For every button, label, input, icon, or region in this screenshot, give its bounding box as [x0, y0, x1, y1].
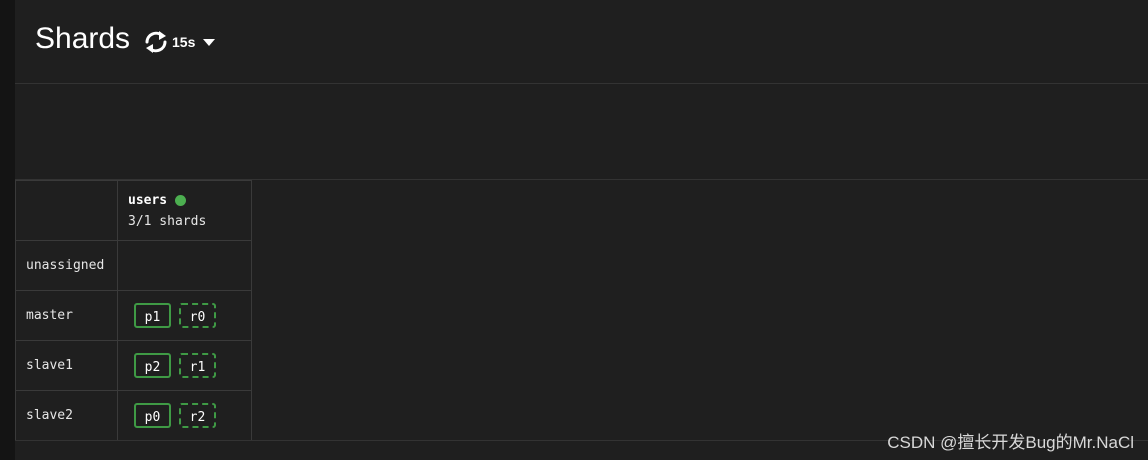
table-row: unassigned	[15, 240, 252, 291]
refresh-interval-dropdown[interactable]: 15s	[142, 30, 216, 54]
index-name: users	[128, 192, 168, 208]
refresh-interval-label: 15s	[172, 34, 196, 50]
index-shards-summary: 3/1 shards	[128, 213, 207, 229]
page-title: Shards	[35, 22, 131, 55]
table-row: slave1 p2 r1	[15, 340, 252, 391]
watermark-text: CSDN @擅长开发Bug的Mr.NaCl	[887, 433, 1134, 452]
caret-down-icon	[203, 38, 216, 46]
index-header-title: users	[128, 193, 251, 208]
page-header: Shards 15s	[15, 0, 1148, 84]
shard-cell: p0 r2	[117, 390, 252, 441]
node-name[interactable]: master	[15, 290, 118, 341]
shard-cell: p2 r1	[117, 340, 252, 391]
shard-cell: p1 r0	[117, 290, 252, 341]
primary-shard[interactable]: p1	[134, 303, 171, 328]
table-header-row: users 3/1 shards	[15, 180, 252, 241]
shard-cell	[117, 240, 252, 291]
node-name[interactable]: slave1	[15, 340, 118, 391]
left-sidebar-strip	[0, 0, 15, 460]
index-status-dot	[175, 194, 187, 206]
replica-shard[interactable]: r2	[179, 403, 216, 428]
table-row: slave2 p0 r2	[15, 390, 252, 441]
index-column-header[interactable]: users 3/1 shards	[117, 180, 252, 241]
primary-shard[interactable]: p2	[134, 353, 171, 378]
shards-table: users 3/1 shards unassigned master p1 r0 …	[15, 180, 252, 441]
refresh-icon	[142, 30, 170, 54]
node-name: unassigned	[15, 240, 118, 291]
primary-shard[interactable]: p0	[134, 403, 171, 428]
replica-shard[interactable]: r0	[179, 303, 216, 328]
replica-shard[interactable]: r1	[179, 353, 216, 378]
shards-panel: Shards 15s users 3/1 shards unassigned m…	[15, 0, 1148, 460]
table-corner-cell	[15, 180, 118, 241]
node-name[interactable]: slave2	[15, 390, 118, 441]
table-row: master p1 r0	[15, 290, 252, 341]
